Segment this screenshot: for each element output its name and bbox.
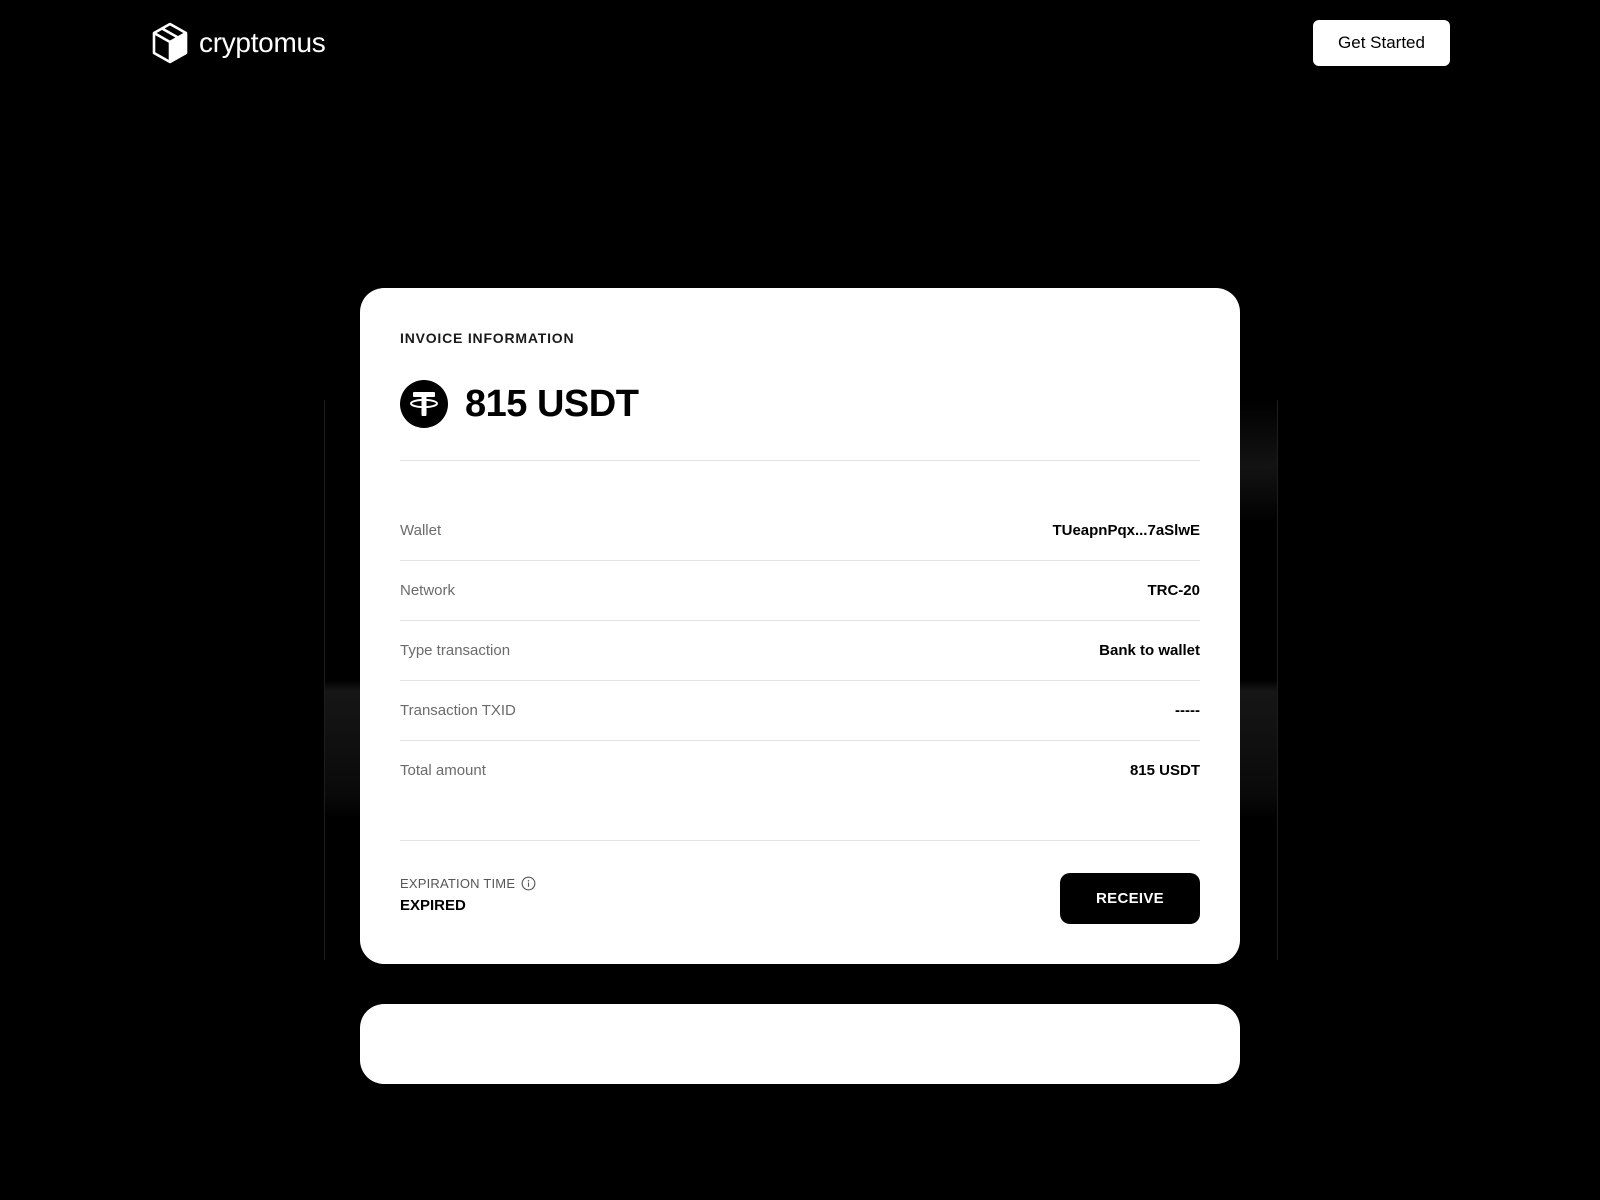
expiration-block: EXPIRATION TIME EXPIRED	[400, 876, 536, 914]
info-label: Wallet	[400, 521, 442, 539]
expiration-label: EXPIRATION TIME	[400, 876, 516, 891]
divider	[400, 840, 1200, 841]
info-label: Transaction TXID	[400, 701, 516, 719]
amount-row: 815 USDT	[400, 380, 639, 428]
invoice-card: INVOICE INFORMATION 815 USDT Wallet TUea…	[360, 288, 1240, 964]
expiration-status: EXPIRED	[400, 897, 466, 914]
info-icon[interactable]	[521, 876, 536, 891]
tether-icon	[400, 380, 448, 428]
logo-text: cryptomus	[199, 27, 326, 58]
receive-button[interactable]: RECEIVE	[1060, 873, 1200, 924]
info-row-txid: Transaction TXID -----	[400, 680, 1200, 740]
logo[interactable]: cryptomus	[151, 22, 326, 64]
info-label: Network	[400, 581, 456, 599]
info-label: Type transaction	[400, 641, 511, 659]
info-row-total: Total amount 815 USDT	[400, 740, 1200, 800]
info-row-wallet: Wallet TUeapnPqx...7aSlwE	[400, 500, 1200, 560]
info-row-network: Network TRC-20	[400, 560, 1200, 620]
info-value: -----	[1175, 701, 1200, 719]
page: cryptomus Get Started INVOICE INFORMATIO…	[0, 0, 1600, 1200]
info-label: Total amount	[400, 761, 486, 779]
invoice-section-title: INVOICE INFORMATION	[400, 330, 575, 346]
header: cryptomus Get Started	[0, 0, 1600, 88]
info-value: 815 USDT	[1129, 761, 1200, 779]
secondary-card	[360, 1004, 1240, 1084]
info-value: Bank to wallet	[1099, 641, 1200, 659]
wallet-address[interactable]: TUeapnPqx...7aSlwE	[1052, 522, 1200, 539]
info-row-type: Type transaction Bank to wallet	[400, 620, 1200, 680]
info-value: TRC-20	[1147, 581, 1200, 599]
divider	[400, 460, 1200, 461]
expiration-label-row: EXPIRATION TIME	[400, 876, 536, 891]
invoice-amount: 815 USDT	[465, 382, 639, 425]
cube-logo-icon	[152, 22, 188, 64]
get-started-button[interactable]: Get Started	[1313, 20, 1450, 66]
